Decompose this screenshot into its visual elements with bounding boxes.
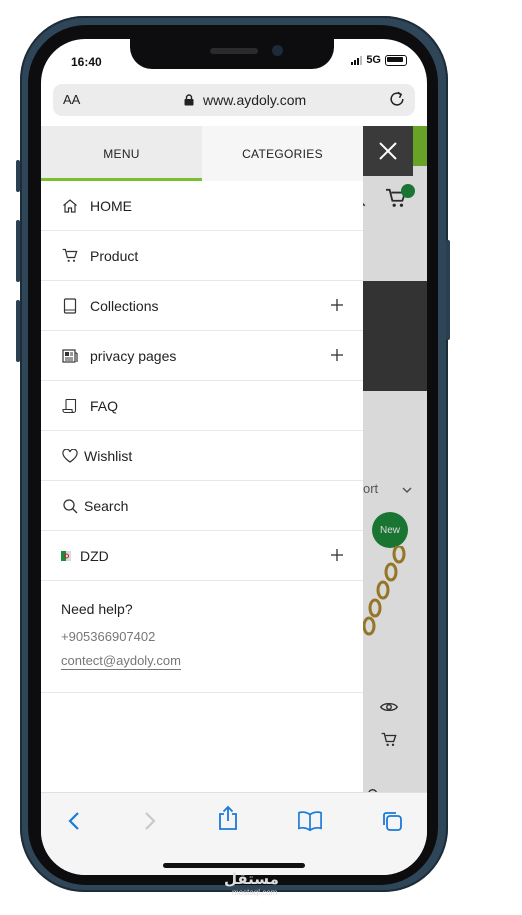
menu-item-wishlist[interactable]: Wishlist	[41, 431, 363, 481]
share-button[interactable]	[216, 805, 240, 830]
tabs-button[interactable]	[380, 809, 404, 833]
reload-icon[interactable]	[387, 89, 407, 109]
tabs-icon	[383, 812, 402, 831]
home-indicator	[163, 863, 305, 868]
expand-plus-icon[interactable]	[329, 547, 345, 563]
status-time: 16:40	[71, 55, 102, 69]
newspaper-icon	[61, 347, 79, 365]
watermark-logo: مستقل	[224, 871, 279, 888]
volume-up-button	[16, 220, 20, 282]
book-icon	[61, 297, 79, 315]
menu-item-product[interactable]: Product	[41, 231, 363, 281]
menu-item-faq[interactable]: FAQ	[41, 381, 363, 431]
side-menu-drawer: MENU CATEGORIES HOME Product Collections…	[41, 126, 363, 792]
flag-icon	[61, 547, 71, 565]
cart-icon	[61, 247, 79, 265]
search-icon	[61, 497, 79, 515]
url-text[interactable]: www.aydoly.com	[203, 92, 306, 108]
close-menu-button[interactable]	[363, 126, 413, 176]
help-title: Need help?	[61, 601, 133, 617]
text-size-button[interactable]: AA	[63, 92, 80, 107]
tab-menu[interactable]: MENU	[41, 126, 202, 181]
watermark-url: mostaql.com	[232, 888, 278, 897]
menu-item-label: Search	[84, 497, 129, 514]
mute-switch	[16, 160, 20, 192]
dim-overlay[interactable]	[363, 126, 427, 792]
divider	[41, 692, 363, 693]
menu-item-collections[interactable]: Collections	[41, 281, 363, 331]
menu-item-label: Product	[90, 247, 139, 264]
phone-screen: ets ort New earch 16:40	[41, 39, 427, 875]
home-icon	[61, 197, 79, 215]
menu-list: HOME Product Collections privacy pages F…	[41, 181, 363, 581]
menu-item-currency[interactable]: DZD	[41, 531, 363, 581]
menu-item-search[interactable]: Search	[41, 481, 363, 531]
menu-item-label: privacy pages	[90, 347, 177, 364]
signal-icon	[351, 55, 363, 65]
notch	[130, 39, 334, 69]
forward-button[interactable]	[138, 809, 162, 833]
network-type: 5G	[366, 54, 381, 66]
heart-icon	[61, 447, 79, 465]
menu-item-label: HOME	[90, 197, 132, 214]
help-section: Need help? +905366907402 contect@aydoly.…	[41, 581, 363, 670]
menu-item-label: DZD	[80, 547, 109, 564]
browser-address-bar[interactable]: AA www.aydoly.com	[53, 84, 415, 116]
back-button[interactable]	[62, 809, 86, 833]
expand-plus-icon[interactable]	[329, 297, 345, 313]
menu-item-home[interactable]: HOME	[41, 181, 363, 231]
menu-tabs: MENU CATEGORIES	[41, 126, 363, 181]
bookmarks-button[interactable]	[298, 809, 322, 833]
close-icon	[379, 142, 397, 160]
scroll-icon	[61, 397, 79, 415]
volume-down-button	[16, 300, 20, 362]
help-email-link[interactable]: contect@aydoly.com	[61, 653, 181, 670]
book-icon	[298, 811, 322, 832]
speaker	[210, 48, 258, 54]
tab-categories[interactable]: CATEGORIES	[202, 126, 363, 181]
expand-plus-icon[interactable]	[329, 347, 345, 363]
front-camera	[272, 45, 283, 56]
menu-item-label: FAQ	[90, 397, 119, 414]
power-button	[446, 240, 450, 340]
status-indicators: 5G	[351, 54, 407, 66]
menu-item-label: Wishlist	[84, 447, 133, 464]
chevron-right-icon	[145, 812, 156, 830]
menu-item-privacy-pages[interactable]: privacy pages	[41, 331, 363, 381]
chevron-left-icon	[68, 812, 79, 830]
share-icon	[219, 805, 237, 830]
help-phone-link[interactable]: +905366907402	[61, 629, 343, 644]
battery-icon	[385, 54, 407, 66]
menu-item-label: Collections	[90, 297, 159, 314]
browser-toolbar	[41, 792, 427, 875]
lock-icon	[184, 94, 194, 106]
